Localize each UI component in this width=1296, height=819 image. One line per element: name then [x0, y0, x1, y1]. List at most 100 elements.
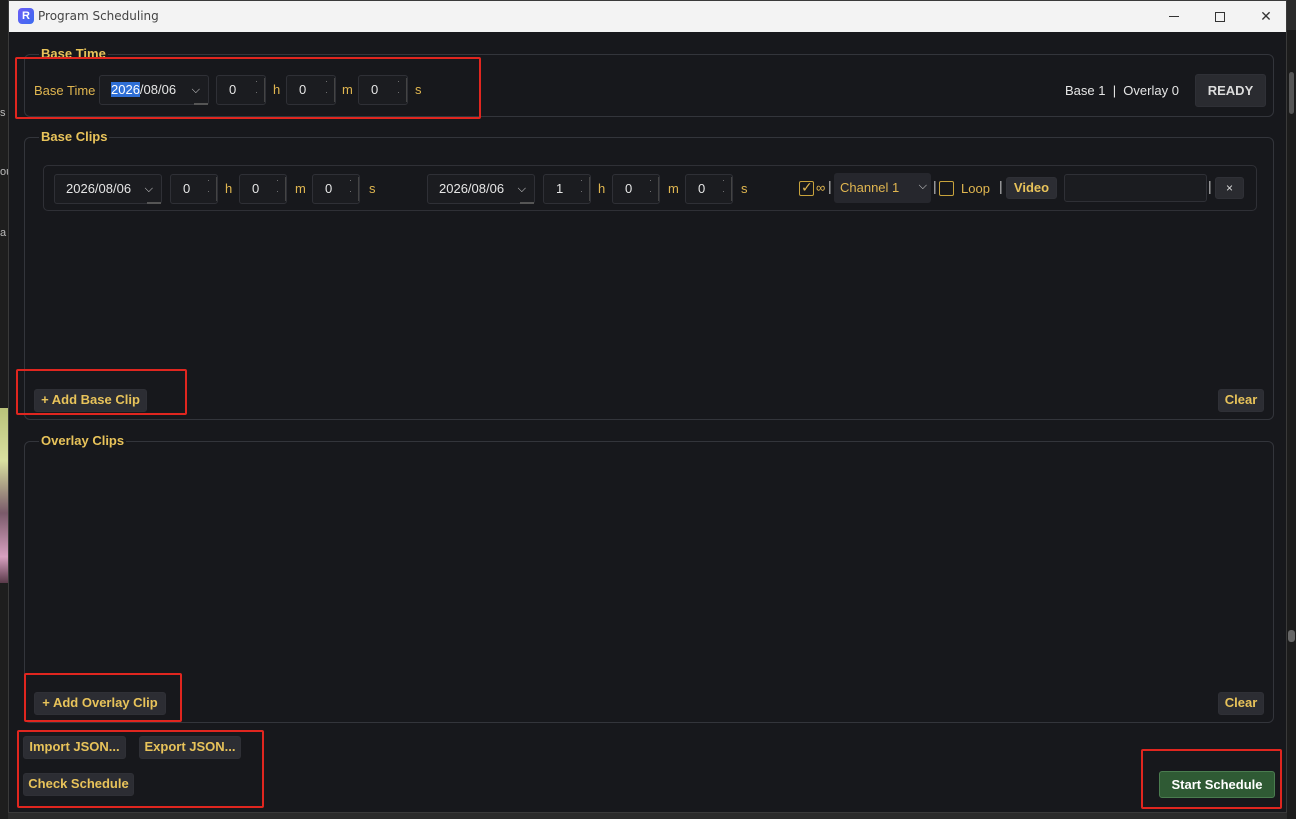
maximize-icon [1215, 11, 1225, 22]
background-scrollbar [1289, 72, 1294, 114]
video-select-button[interactable]: Video [1006, 177, 1057, 199]
minimize-icon [1169, 16, 1179, 17]
spin-edge [731, 177, 732, 201]
import-json-button[interactable]: Import JSON... [23, 736, 126, 759]
base-time-group-title: Base Time [39, 46, 108, 61]
spin-edge [358, 177, 359, 201]
infinite-duration-checkbox[interactable] [799, 179, 814, 196]
base-seconds-unit: s [415, 82, 422, 97]
export-json-button[interactable]: Export JSON... [139, 736, 241, 759]
chevron-down-icon: ⌵ [517, 183, 526, 195]
clear-base-clips-button[interactable]: Clear [1218, 389, 1264, 412]
spin-arrows-icon[interactable]: ˙ ˙ [273, 178, 283, 200]
base-seconds-value: 0 [371, 82, 379, 97]
background-app-right-edge [1287, 30, 1296, 819]
base-time-label: Base Time [34, 83, 96, 98]
date-picker-edge [147, 202, 161, 204]
date-picker-edge [520, 202, 534, 204]
base-date-rest: /08/06 [139, 82, 177, 97]
chevron-down-icon: ⌵ [918, 180, 927, 192]
clip-count-status: Base 1 | Overlay 0 [1065, 83, 1179, 98]
spin-arrows-icon[interactable]: ˙ ˙ [204, 178, 214, 200]
spin-arrows-icon[interactable]: ˙ ˙ [719, 178, 729, 200]
spin-arrows-icon[interactable]: ˙ ˙ [394, 79, 404, 101]
clip-start-date: 2026/08/06 [66, 181, 132, 196]
check-schedule-button[interactable]: Check Schedule [23, 773, 134, 796]
base-clips-group: Base Clips 2026/08/06 ⌵ 0 ˙ ˙ h 0 ˙ ˙ m 0 [24, 129, 1274, 420]
clip-start-seconds-unit: s [369, 181, 376, 196]
spin-edge [589, 177, 590, 201]
chevron-down-icon: ⌵ [144, 183, 153, 195]
clip-start-hours: 0 [183, 181, 191, 196]
remove-clip-button[interactable]: × [1215, 177, 1244, 199]
add-overlay-clip-button[interactable]: + Add Overlay Clip [34, 692, 166, 715]
spin-arrows-icon[interactable]: ˙ ˙ [577, 178, 587, 200]
base-minutes-spinbox[interactable]: 0 ˙ ˙ [286, 75, 336, 105]
clip-start-hours-unit: h [225, 181, 233, 196]
clear-overlay-clips-button[interactable]: Clear [1218, 692, 1264, 715]
maximize-button[interactable] [1197, 1, 1243, 32]
background-thumbnail [0, 408, 8, 583]
spin-edge [334, 78, 335, 102]
spin-arrows-icon[interactable]: ˙ ˙ [346, 178, 356, 200]
chevron-down-icon: ⌵ [191, 84, 200, 96]
close-button[interactable]: ✕ [1243, 1, 1289, 32]
spin-edge [216, 177, 217, 201]
base-seconds-spinbox[interactable]: 0 ˙ ˙ [358, 75, 408, 105]
loop-label: Loop [961, 181, 990, 196]
overlay-clips-group: Overlay Clips + Add Overlay Clip Clear [24, 433, 1274, 723]
base-clips-group-title: Base Clips [39, 129, 110, 144]
base-hours-spinbox[interactable]: 0 ˙ ˙ [216, 75, 266, 105]
start-schedule-button[interactable]: Start Schedule [1159, 771, 1275, 798]
clip-start-seconds-spinbox[interactable]: 0 ˙ ˙ [312, 174, 360, 204]
minimize-button[interactable] [1151, 1, 1197, 32]
add-base-clip-button[interactable]: + Add Base Clip [34, 389, 147, 412]
base-hours-unit: h [273, 82, 281, 97]
app-logo-icon: R [18, 8, 34, 24]
clip-end-hours: 1 [556, 181, 564, 196]
separator: | [828, 178, 832, 194]
video-path-field[interactable] [1064, 174, 1207, 202]
infinity-icon: ∞ [816, 180, 826, 195]
clip-end-minutes-unit: m [668, 181, 679, 196]
background-text-fragment: s [0, 107, 6, 119]
ready-button[interactable]: READY [1195, 74, 1266, 107]
spin-arrows-icon[interactable]: ˙ ˙ [322, 79, 332, 101]
clip-start-minutes-unit: m [295, 181, 306, 196]
clip-end-minutes-spinbox[interactable]: 0 ˙ ˙ [612, 174, 660, 204]
channel-select[interactable]: Channel 1 ⌵ [834, 173, 931, 203]
spin-edge [264, 78, 265, 102]
base-hours-value: 0 [229, 82, 237, 97]
clip-start-seconds: 0 [325, 181, 333, 196]
separator: | [999, 178, 1003, 194]
separator: | [933, 178, 937, 194]
clip-start-date-picker[interactable]: 2026/08/06 ⌵ [54, 174, 162, 204]
clip-end-seconds-spinbox[interactable]: 0 ˙ ˙ [685, 174, 733, 204]
close-icon: ✕ [1260, 8, 1272, 24]
spin-edge [285, 177, 286, 201]
title-bar: R Program Scheduling ✕ [9, 1, 1286, 32]
base-date-picker[interactable]: 2026/08/06 ⌵ [99, 75, 209, 105]
base-date-selected-year: 2026 [111, 82, 140, 97]
clip-start-minutes: 0 [252, 181, 260, 196]
separator: | [1208, 178, 1212, 194]
background-text-fragment: a [0, 227, 7, 239]
spin-arrows-icon[interactable]: ˙ ˙ [252, 79, 262, 101]
overlay-clips-group-title: Overlay Clips [39, 433, 127, 448]
base-minutes-value: 0 [299, 82, 307, 97]
window-title: Program Scheduling [38, 9, 159, 23]
clip-end-hours-spinbox[interactable]: 1 ˙ ˙ [543, 174, 591, 204]
clip-end-seconds: 0 [698, 181, 706, 196]
clip-end-minutes: 0 [625, 181, 633, 196]
clip-start-minutes-spinbox[interactable]: 0 ˙ ˙ [239, 174, 287, 204]
clip-start-hours-spinbox[interactable]: 0 ˙ ˙ [170, 174, 218, 204]
clip-end-hours-unit: h [598, 181, 606, 196]
clip-end-date-picker[interactable]: 2026/08/06 ⌵ [427, 174, 535, 204]
base-time-group: Base Time Base Time 2026/08/06 ⌵ 0 ˙ ˙ h … [24, 46, 1274, 117]
loop-checkbox[interactable] [939, 181, 954, 196]
clip-end-date: 2026/08/06 [439, 181, 505, 196]
base-minutes-unit: m [342, 82, 353, 97]
spin-arrows-icon[interactable]: ˙ ˙ [646, 178, 656, 200]
spin-edge [406, 78, 407, 102]
spin-edge [658, 177, 659, 201]
